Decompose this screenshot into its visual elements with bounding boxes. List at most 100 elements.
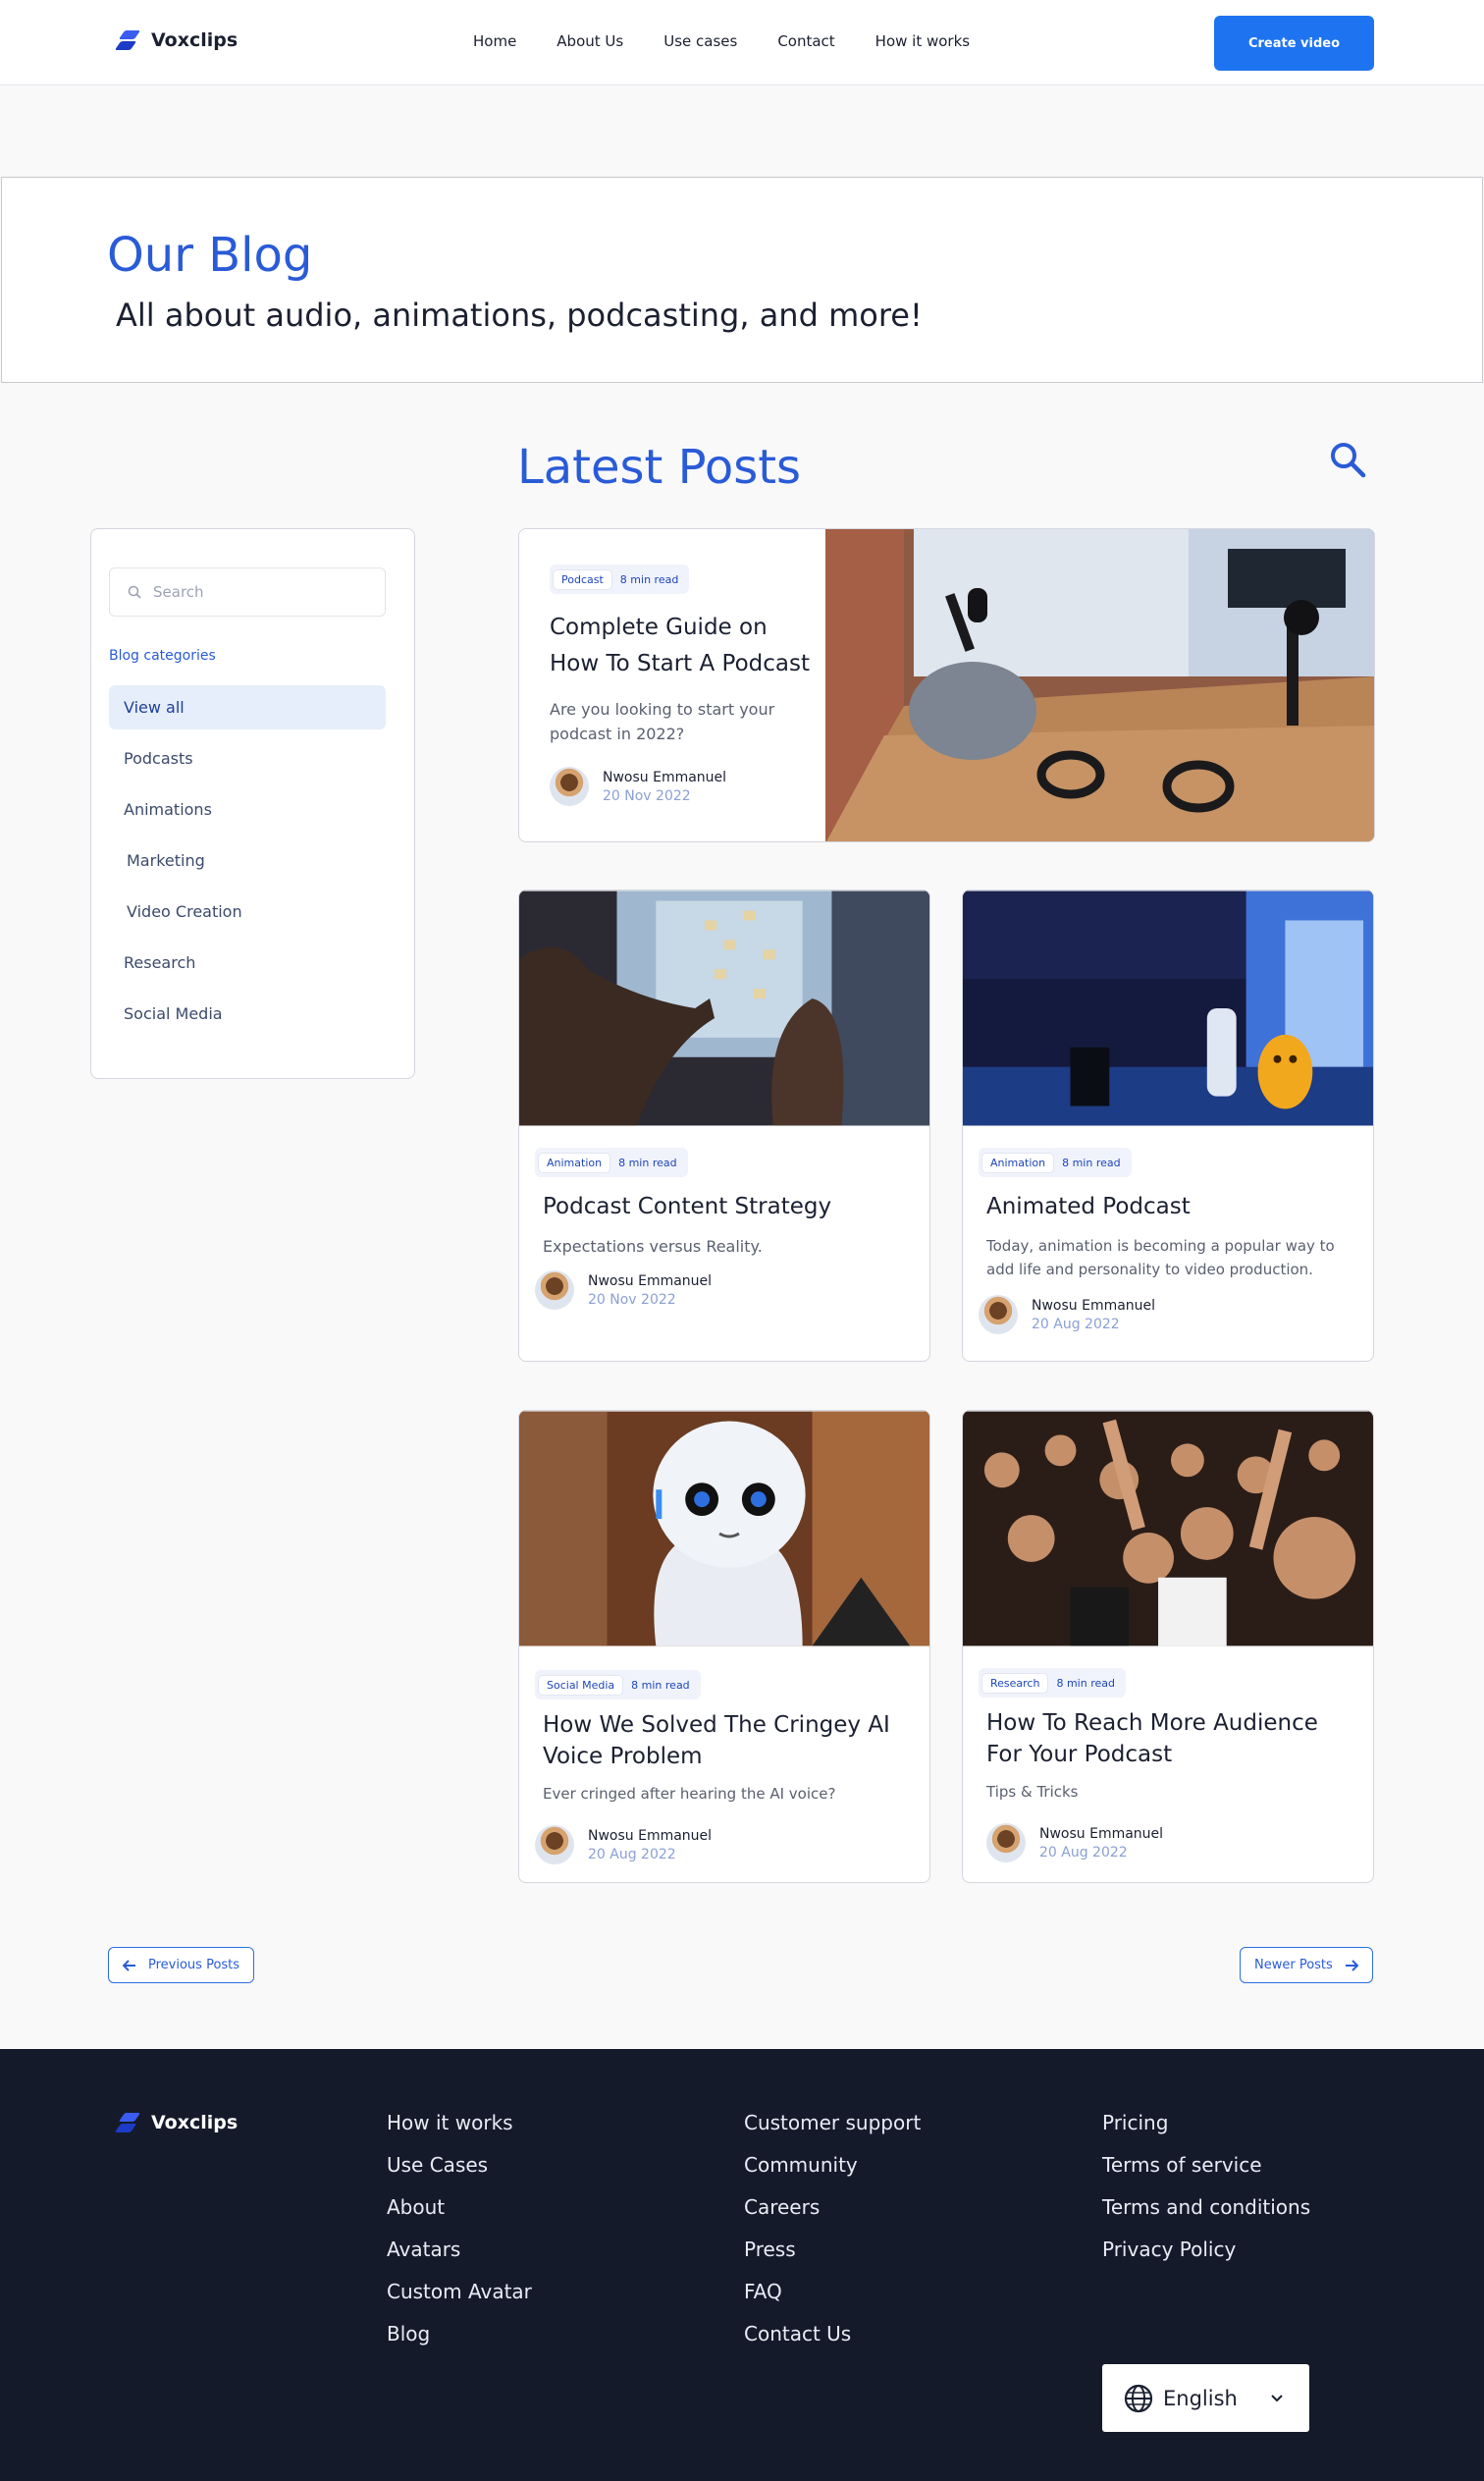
category-view-all[interactable]: View all <box>109 685 386 729</box>
post-date: 20 Nov 2022 <box>603 787 691 804</box>
post-author: Nwosu Emmanuel 20 Aug 2022 <box>986 1823 1163 1862</box>
post-excerpt: Ever cringed after hearing the AI voice? <box>543 1785 836 1803</box>
post-date: 20 Aug 2022 <box>1032 1316 1120 1332</box>
footer-link[interactable]: Contact Us <box>744 2322 921 2346</box>
footer-link[interactable]: Blog <box>387 2322 532 2346</box>
logo-icon <box>114 2111 143 2134</box>
newer-posts-label: Newer Posts <box>1254 1958 1333 1972</box>
footer-link[interactable]: FAQ <box>744 2280 921 2303</box>
previous-posts-button[interactable]: Previous Posts <box>108 1947 255 1983</box>
post-category-tag[interactable]: Animation <box>538 1152 611 1173</box>
latest-posts-heading: Latest Posts <box>517 440 802 495</box>
post-category-tag[interactable]: Podcast <box>553 568 612 590</box>
read-time: 8 min read <box>1056 1676 1115 1690</box>
newer-posts-button[interactable]: Newer Posts <box>1240 1947 1373 1983</box>
arrow-right-icon <box>1345 1959 1358 1971</box>
footer-link[interactable]: Pricing <box>1102 2111 1310 2134</box>
post-title[interactable]: Complete Guide on How To Start A Podcast <box>550 610 820 682</box>
footer-link[interactable]: Press <box>744 2238 921 2261</box>
nav-how-it-works[interactable]: How it works <box>875 32 970 50</box>
footer-column-company: Customer support Community Careers Press… <box>744 2111 921 2346</box>
post-card[interactable]: Animation 8 min read Animated Podcast To… <box>962 890 1374 1362</box>
post-category-tag[interactable]: Social Media <box>538 1674 624 1696</box>
post-tags: Animation 8 min read <box>979 1148 1132 1177</box>
avatar <box>535 1270 574 1310</box>
categories-title: Blog categories <box>109 648 216 664</box>
footer-column-product: How it works Use Cases About Avatars Cus… <box>387 2111 532 2346</box>
nav-use-cases[interactable]: Use cases <box>663 32 737 50</box>
post-author: Nwosu Emmanuel 20 Aug 2022 <box>979 1295 1155 1334</box>
animated-toy-image <box>963 890 1373 1126</box>
search-input[interactable]: Search <box>109 567 386 617</box>
footer-link[interactable]: Community <box>744 2153 921 2177</box>
previous-posts-label: Previous Posts <box>148 1958 240 1972</box>
strategy-board-image <box>519 890 929 1126</box>
create-video-button[interactable]: Create video <box>1214 16 1374 71</box>
globe-icon <box>1124 2384 1153 2412</box>
post-title[interactable]: Animated Podcast <box>986 1189 1359 1225</box>
footer-brand-logo[interactable]: Voxclips <box>114 2111 238 2134</box>
footer-link[interactable]: About <box>387 2195 532 2219</box>
post-card[interactable]: Research 8 min read How To Reach More Au… <box>962 1410 1374 1883</box>
footer-link[interactable]: Terms and conditions <box>1102 2195 1310 2219</box>
nav-about-us[interactable]: About Us <box>556 32 623 50</box>
footer-link[interactable]: Terms of service <box>1102 2153 1310 2177</box>
footer-brand-name: Voxclips <box>151 2112 238 2133</box>
concert-crowd-image <box>963 1411 1373 1646</box>
page-title: Our Blog <box>107 228 313 283</box>
nav-home[interactable]: Home <box>473 32 516 50</box>
author-name: Nwosu Emmanuel <box>603 769 727 785</box>
footer-link[interactable]: How it works <box>387 2111 532 2134</box>
post-date: 20 Aug 2022 <box>588 1846 676 1862</box>
post-author: Nwosu Emmanuel 20 Nov 2022 <box>535 1270 712 1310</box>
avatar <box>550 767 589 806</box>
post-card[interactable]: Animation 8 min read Podcast Content Str… <box>518 890 930 1362</box>
search-placeholder: Search <box>153 583 204 601</box>
footer-link[interactable]: Custom Avatar <box>387 2280 532 2303</box>
post-date: 20 Aug 2022 <box>1039 1844 1128 1861</box>
featured-post-card[interactable]: Podcast 8 min read Complete Guide on How… <box>518 528 1375 842</box>
category-podcasts[interactable]: Podcasts <box>109 736 386 781</box>
category-video-creation[interactable]: Video Creation <box>112 890 389 934</box>
category-social-media[interactable]: Social Media <box>109 992 386 1036</box>
author-name: Nwosu Emmanuel <box>588 1272 713 1289</box>
page-subtitle: All about audio, animations, podcasting,… <box>116 297 923 334</box>
avatar <box>979 1295 1018 1334</box>
author-name: Nwosu Emmanuel <box>1039 1825 1164 1842</box>
post-category-tag[interactable]: Research <box>981 1672 1049 1694</box>
post-tags: Podcast 8 min read <box>550 565 690 594</box>
post-author: Nwosu Emmanuel 20 Nov 2022 <box>550 767 726 806</box>
language-selector[interactable]: English <box>1102 2364 1309 2432</box>
footer-link[interactable]: Privacy Policy <box>1102 2238 1310 2261</box>
post-title[interactable]: Podcast Content Strategy <box>543 1189 916 1225</box>
read-time: 8 min read <box>618 1156 677 1169</box>
nav-contact[interactable]: Contact <box>777 32 834 50</box>
category-research[interactable]: Research <box>109 941 386 985</box>
footer-link[interactable]: Customer support <box>744 2111 921 2134</box>
footer-link[interactable]: Careers <box>744 2195 921 2219</box>
read-time: 8 min read <box>631 1678 690 1692</box>
brand-logo[interactable]: Voxclips <box>114 28 238 52</box>
read-time: 8 min read <box>619 572 679 586</box>
search-icon[interactable] <box>1328 440 1367 479</box>
category-animations[interactable]: Animations <box>109 787 386 832</box>
avatar <box>986 1823 1026 1862</box>
logo-icon <box>114 28 143 52</box>
post-title[interactable]: How To Reach More Audience For Your Podc… <box>986 1707 1359 1770</box>
arrow-left-icon <box>123 1959 135 1971</box>
footer-link[interactable]: Use Cases <box>387 2153 532 2177</box>
post-category-tag[interactable]: Animation <box>981 1152 1055 1173</box>
language-label: English <box>1163 2386 1238 2410</box>
post-excerpt: Today, animation is becoming a popular w… <box>986 1237 1335 1278</box>
avatar <box>535 1825 574 1864</box>
author-name: Nwosu Emmanuel <box>1032 1297 1156 1314</box>
search-icon <box>128 585 141 599</box>
post-title[interactable]: How We Solved The Cringey AI Voice Probl… <box>543 1709 916 1772</box>
read-time: 8 min read <box>1062 1156 1121 1169</box>
category-marketing[interactable]: Marketing <box>112 838 389 883</box>
post-card[interactable]: Social Media 8 min read How We Solved Th… <box>518 1410 930 1883</box>
main-nav: Home About Us Use cases Contact How it w… <box>473 32 970 50</box>
robot-image <box>519 1411 929 1646</box>
brand-name: Voxclips <box>151 29 238 51</box>
footer-link[interactable]: Avatars <box>387 2238 532 2261</box>
